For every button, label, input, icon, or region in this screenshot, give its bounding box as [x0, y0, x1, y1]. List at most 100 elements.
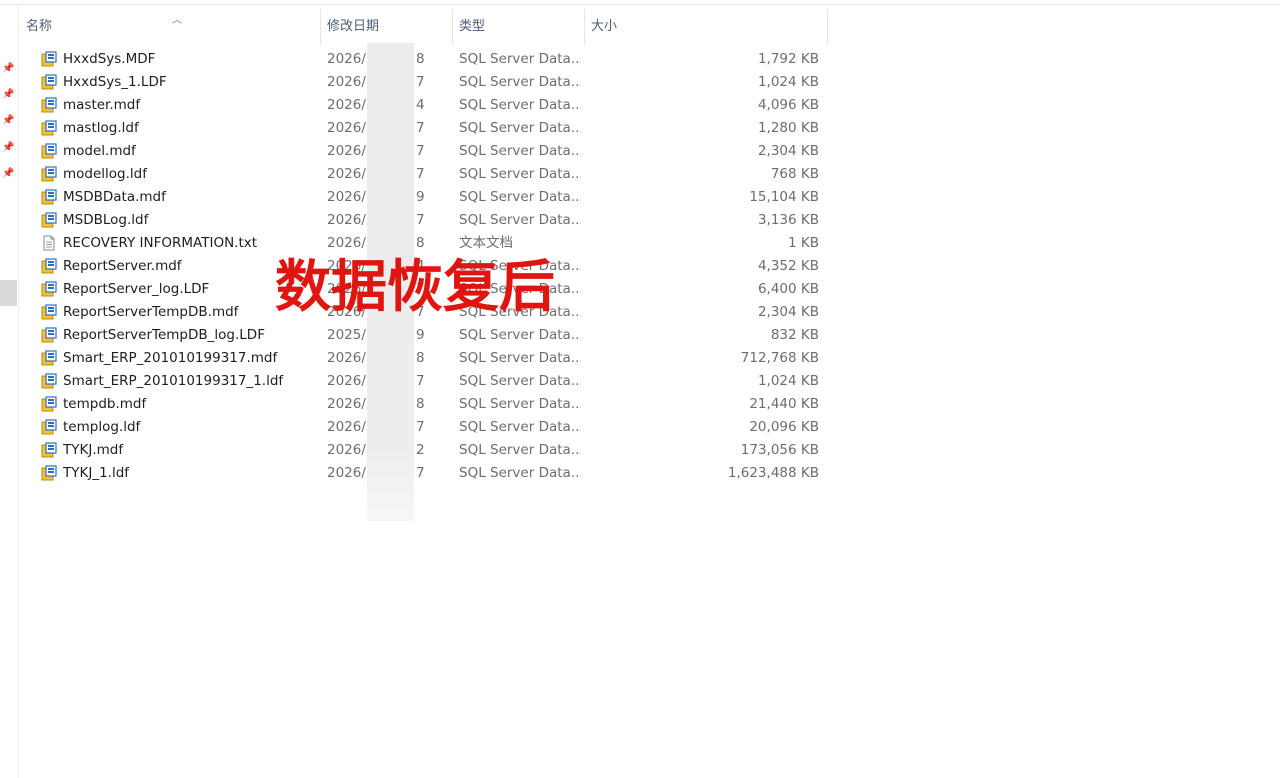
database-file-icon [40, 209, 58, 232]
pin-icon[interactable]: 📌 [2, 168, 14, 180]
file-size: 1,024 KB [757, 373, 819, 389]
file-date-prefix: 2026/ [327, 465, 366, 481]
column-header-date-label: 修改日期 [327, 19, 380, 34]
file-type: SQL Server Data... [459, 74, 581, 90]
file-type: SQL Server Data... [459, 396, 581, 412]
database-file-icon [40, 48, 58, 71]
file-size: 15,104 KB [749, 189, 819, 205]
database-file-icon [40, 347, 58, 370]
file-type: SQL Server Data... [459, 442, 581, 458]
navigation-pane: 📌 📌 📌 📌 📌 [0, 5, 19, 778]
file-date-prefix: 2026/ [327, 189, 366, 205]
database-file-icon [40, 324, 58, 347]
file-size: 4,096 KB [757, 97, 819, 113]
file-row[interactable]: HxxdSys_1.LDF 2026/7 SQL Server Data... 1,0… [20, 71, 828, 94]
file-row[interactable]: Smart_ERP_201010199317.mdf 2026/3 8 SQL Ser… [20, 347, 828, 370]
file-date-suffix: 4 [416, 97, 425, 113]
file-size: 1,623,488 KB [727, 465, 819, 481]
file-size: 1,280 KB [757, 120, 819, 136]
column-header-type-label: 类型 [459, 19, 486, 34]
file-size: 4,352 KB [757, 258, 819, 274]
file-row[interactable]: tempdb.mdf 2026/3 8 SQL Server Data... 21,44… [20, 393, 828, 416]
file-date-prefix: 2026/ [327, 74, 366, 90]
file-date-suffix: 7 [416, 120, 425, 136]
file-date-suffix: 7 [416, 166, 425, 182]
file-type: SQL Server Data... [459, 327, 581, 343]
file-size: 1 KB [788, 235, 819, 251]
file-row[interactable]: MSDBData.mdf 2026/9 SQL Server Data... 15,1… [20, 186, 828, 209]
database-file-icon [40, 370, 58, 393]
file-date-suffix: 7 [416, 143, 425, 159]
pin-icon[interactable]: 📌 [2, 115, 14, 127]
file-size: 3,136 KB [757, 212, 819, 228]
pin-icon[interactable]: 📌 [2, 142, 14, 154]
file-size: 173,056 KB [740, 442, 819, 458]
file-name: tempdb.mdf [63, 396, 147, 412]
file-size: 2,304 KB [757, 143, 819, 159]
file-row[interactable]: mastlog.ldf 2026/3 7 SQL Server Data... 1,28… [20, 117, 828, 140]
file-type: SQL Server Data... [459, 465, 581, 481]
file-name: Smart_ERP_201010199317.mdf [63, 350, 278, 366]
file-date-suffix: 7 [416, 419, 425, 435]
file-row[interactable]: ReportServerTempDB_log.LDF 2025/9 SQL Serv… [20, 324, 828, 347]
file-name: mastlog.ldf [63, 120, 139, 136]
database-file-icon [40, 278, 58, 301]
file-size: 20,096 KB [749, 419, 819, 435]
file-name: TYKJ.mdf [63, 442, 124, 458]
file-row[interactable]: TYKJ.mdf 2026/3 2 SQL Server Data... 173,056… [20, 439, 828, 462]
file-date-suffix: 8 [416, 396, 425, 412]
database-file-icon [40, 301, 58, 324]
file-date-suffix: 7 [416, 74, 425, 90]
file-type: SQL Server Data... [459, 373, 581, 389]
file-name: modellog.ldf [63, 166, 147, 182]
column-header-date[interactable]: 修改日期 [321, 9, 453, 45]
watermark-text: 数据恢复后 [275, 254, 555, 320]
window-top-border [0, 0, 1280, 5]
file-row[interactable]: templog.ldf 2026/3 7 SQL Server Data... 20,0… [20, 416, 828, 439]
file-size: 768 KB [770, 166, 819, 182]
file-row[interactable]: TYKJ_1.ldf 2026/7 SQL Server Data... 1,623,… [20, 462, 828, 485]
sort-up-icon: ︿ [172, 15, 182, 26]
column-header-name-label: 名称 [26, 19, 53, 34]
file-date-suffix: 8 [416, 51, 425, 67]
file-name: MSDBLog.ldf [63, 212, 149, 228]
column-header-name[interactable]: ︿ 名称 [20, 9, 321, 45]
file-row[interactable]: modellog.ldf 2026/3 7 SQL Server Data... 768… [20, 163, 828, 186]
file-type: SQL Server Data... [459, 419, 581, 435]
file-type: SQL Server Data... [459, 143, 581, 159]
file-size: 2,304 KB [757, 304, 819, 320]
column-header-size[interactable]: 大小 [585, 9, 828, 45]
file-name: TYKJ_1.ldf [63, 465, 130, 481]
file-type: SQL Server Data... [459, 212, 581, 228]
file-name: MSDBData.mdf [63, 189, 166, 205]
file-type: SQL Server Data... [459, 51, 581, 67]
database-file-icon [40, 439, 58, 462]
file-date-suffix: 7 [416, 373, 425, 389]
file-date-suffix: 9 [416, 189, 425, 205]
file-date-suffix: 7 [416, 212, 425, 228]
database-file-icon [40, 117, 58, 140]
file-row[interactable]: Smart_ERP_201010199317_1.ldf 2026/3 7 SQL S… [20, 370, 828, 393]
file-name: Smart_ERP_201010199317_1.ldf [63, 373, 284, 389]
file-name: master.mdf [63, 97, 141, 113]
file-name: HxxdSys_1.LDF [63, 74, 167, 90]
file-row[interactable]: master.mdf 2026/3 4 SQL Server Data... 4,096… [20, 94, 828, 117]
file-row[interactable]: MSDBLog.ldf 2026/3 7 SQL Server Data... 3,13… [20, 209, 828, 232]
database-file-icon [40, 186, 58, 209]
pin-icon[interactable]: 📌 [2, 63, 14, 75]
file-size: 832 KB [770, 327, 819, 343]
column-header-type[interactable]: 类型 [453, 9, 585, 45]
file-type: SQL Server Data... [459, 350, 581, 366]
text-document-icon [40, 232, 58, 255]
file-date-suffix: 2 [416, 442, 425, 458]
file-type: SQL Server Data... [459, 120, 581, 136]
file-date-prefix: 2025/ [327, 327, 366, 343]
pin-icon[interactable]: 📌 [2, 89, 14, 101]
file-row[interactable]: HxxdSys.MDF 2026/8 SQL Server Data... 1,792… [20, 48, 828, 71]
database-file-icon [40, 163, 58, 186]
file-type: SQL Server Data... [459, 97, 581, 113]
nav-selected-item[interactable] [0, 280, 17, 306]
file-name: ReportServerTempDB_log.LDF [63, 327, 265, 343]
file-row[interactable]: model.mdf 2026/3 7 SQL Server Data... 2,304 … [20, 140, 828, 163]
file-size: 21,440 KB [749, 396, 819, 412]
